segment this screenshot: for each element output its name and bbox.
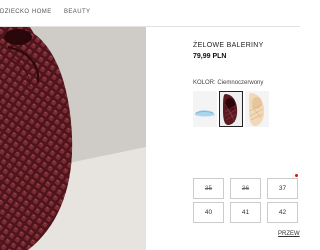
size-guide-link[interactable]: PRZEW — [278, 231, 300, 237]
product-photo[interactable] — [0, 27, 146, 250]
size-label: 36 — [241, 185, 250, 192]
size-label: 41 — [241, 209, 250, 216]
nav-item-beauty[interactable]: BEAUTY — [64, 9, 90, 15]
low-stock-dot-icon — [295, 174, 298, 177]
size-label: 35 — [204, 185, 213, 192]
nav-item-home[interactable]: HOME — [32, 9, 52, 15]
size-option-35: 35 — [193, 178, 224, 199]
beige-shoe-icon — [249, 93, 265, 126]
color-label: KOLOR: — [193, 80, 216, 86]
product-title: ŻELOWE BALERINY — [193, 42, 264, 49]
size-option-41[interactable]: 41 — [230, 202, 261, 223]
size-option-37[interactable]: 37 — [267, 174, 298, 199]
thumbnail-dark-red[interactable] — [219, 91, 243, 127]
size-label: 40 — [204, 209, 213, 216]
size-option-42[interactable]: 42 — [267, 202, 298, 223]
thumbnail-light-blue[interactable] — [193, 91, 217, 127]
size-label: 37 — [278, 185, 287, 192]
color-thumbnails — [193, 91, 300, 129]
size-option-36: 36 — [230, 178, 261, 199]
color-row: KOLOR: Ciemnoczerwony — [193, 80, 263, 86]
shoe-image — [0, 27, 146, 250]
light-blue-shoe-icon — [195, 110, 215, 117]
thumbnail-beige[interactable] — [245, 91, 269, 127]
size-option-40[interactable]: 40 — [193, 202, 224, 223]
product-page: DZIECKO HOME BEAUTY ŻELOWE BALERINY 79,9… — [0, 0, 300, 250]
top-navigation: DZIECKO HOME BEAUTY — [0, 0, 300, 27]
dark-red-shoe-icon — [220, 92, 242, 126]
nav-item-dziecko[interactable]: DZIECKO — [0, 9, 29, 15]
size-label: 42 — [278, 209, 287, 216]
color-value: Ciemnoczerwony — [217, 80, 264, 86]
product-price: 79,99 PLN — [193, 53, 227, 60]
